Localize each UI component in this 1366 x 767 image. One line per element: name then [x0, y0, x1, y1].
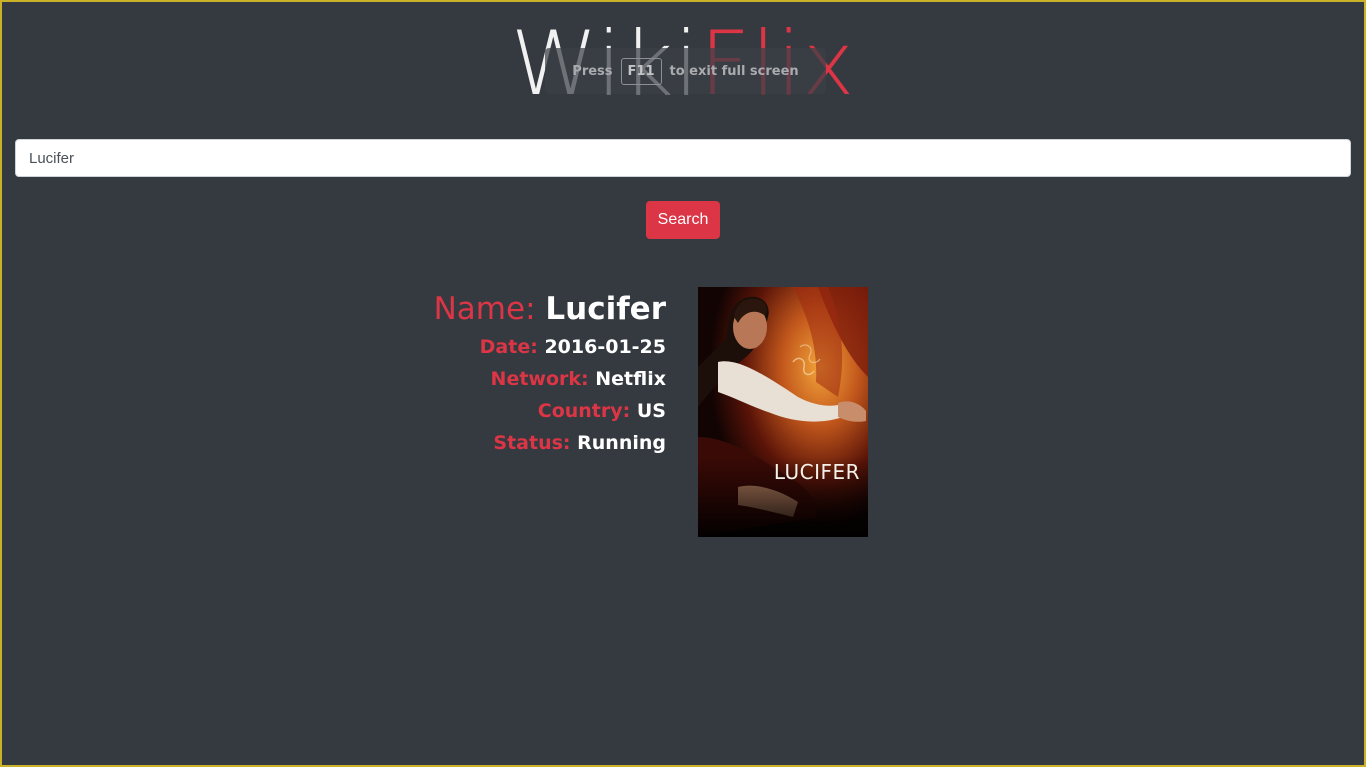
fullscreen-notice: Press F11 to exit full screen — [545, 48, 826, 94]
f11-key-badge: F11 — [620, 57, 662, 85]
show-name: Lucifer — [545, 291, 666, 327]
status-label: Status: — [493, 432, 571, 454]
country-label: Country: — [537, 400, 631, 422]
network-label: Network: — [490, 368, 589, 390]
show-status: Running — [577, 432, 666, 454]
search-input[interactable] — [15, 139, 1351, 177]
poster-title: LUCIFER — [773, 460, 860, 484]
fullscreen-press-text: Press — [572, 63, 613, 79]
show-date: 2016-01-25 — [544, 336, 666, 358]
search-button[interactable]: Search — [646, 201, 720, 239]
date-label: Date: — [479, 336, 538, 358]
show-country-row: Country: US — [434, 395, 666, 427]
show-details: Name: Lucifer Date: 2016-01-25 Network: … — [434, 287, 666, 459]
show-date-row: Date: 2016-01-25 — [434, 331, 666, 363]
show-network-row: Network: Netflix — [434, 363, 666, 395]
fullscreen-exit-text: to exit full screen — [669, 63, 799, 79]
poster-artwork — [698, 287, 868, 537]
name-label: Name: — [433, 291, 536, 327]
show-country: US — [636, 400, 666, 422]
show-poster: LUCIFER — [698, 287, 868, 537]
show-network: Netflix — [595, 368, 666, 390]
show-name-row: Name: Lucifer — [434, 287, 666, 331]
show-status-row: Status: Running — [434, 427, 666, 459]
